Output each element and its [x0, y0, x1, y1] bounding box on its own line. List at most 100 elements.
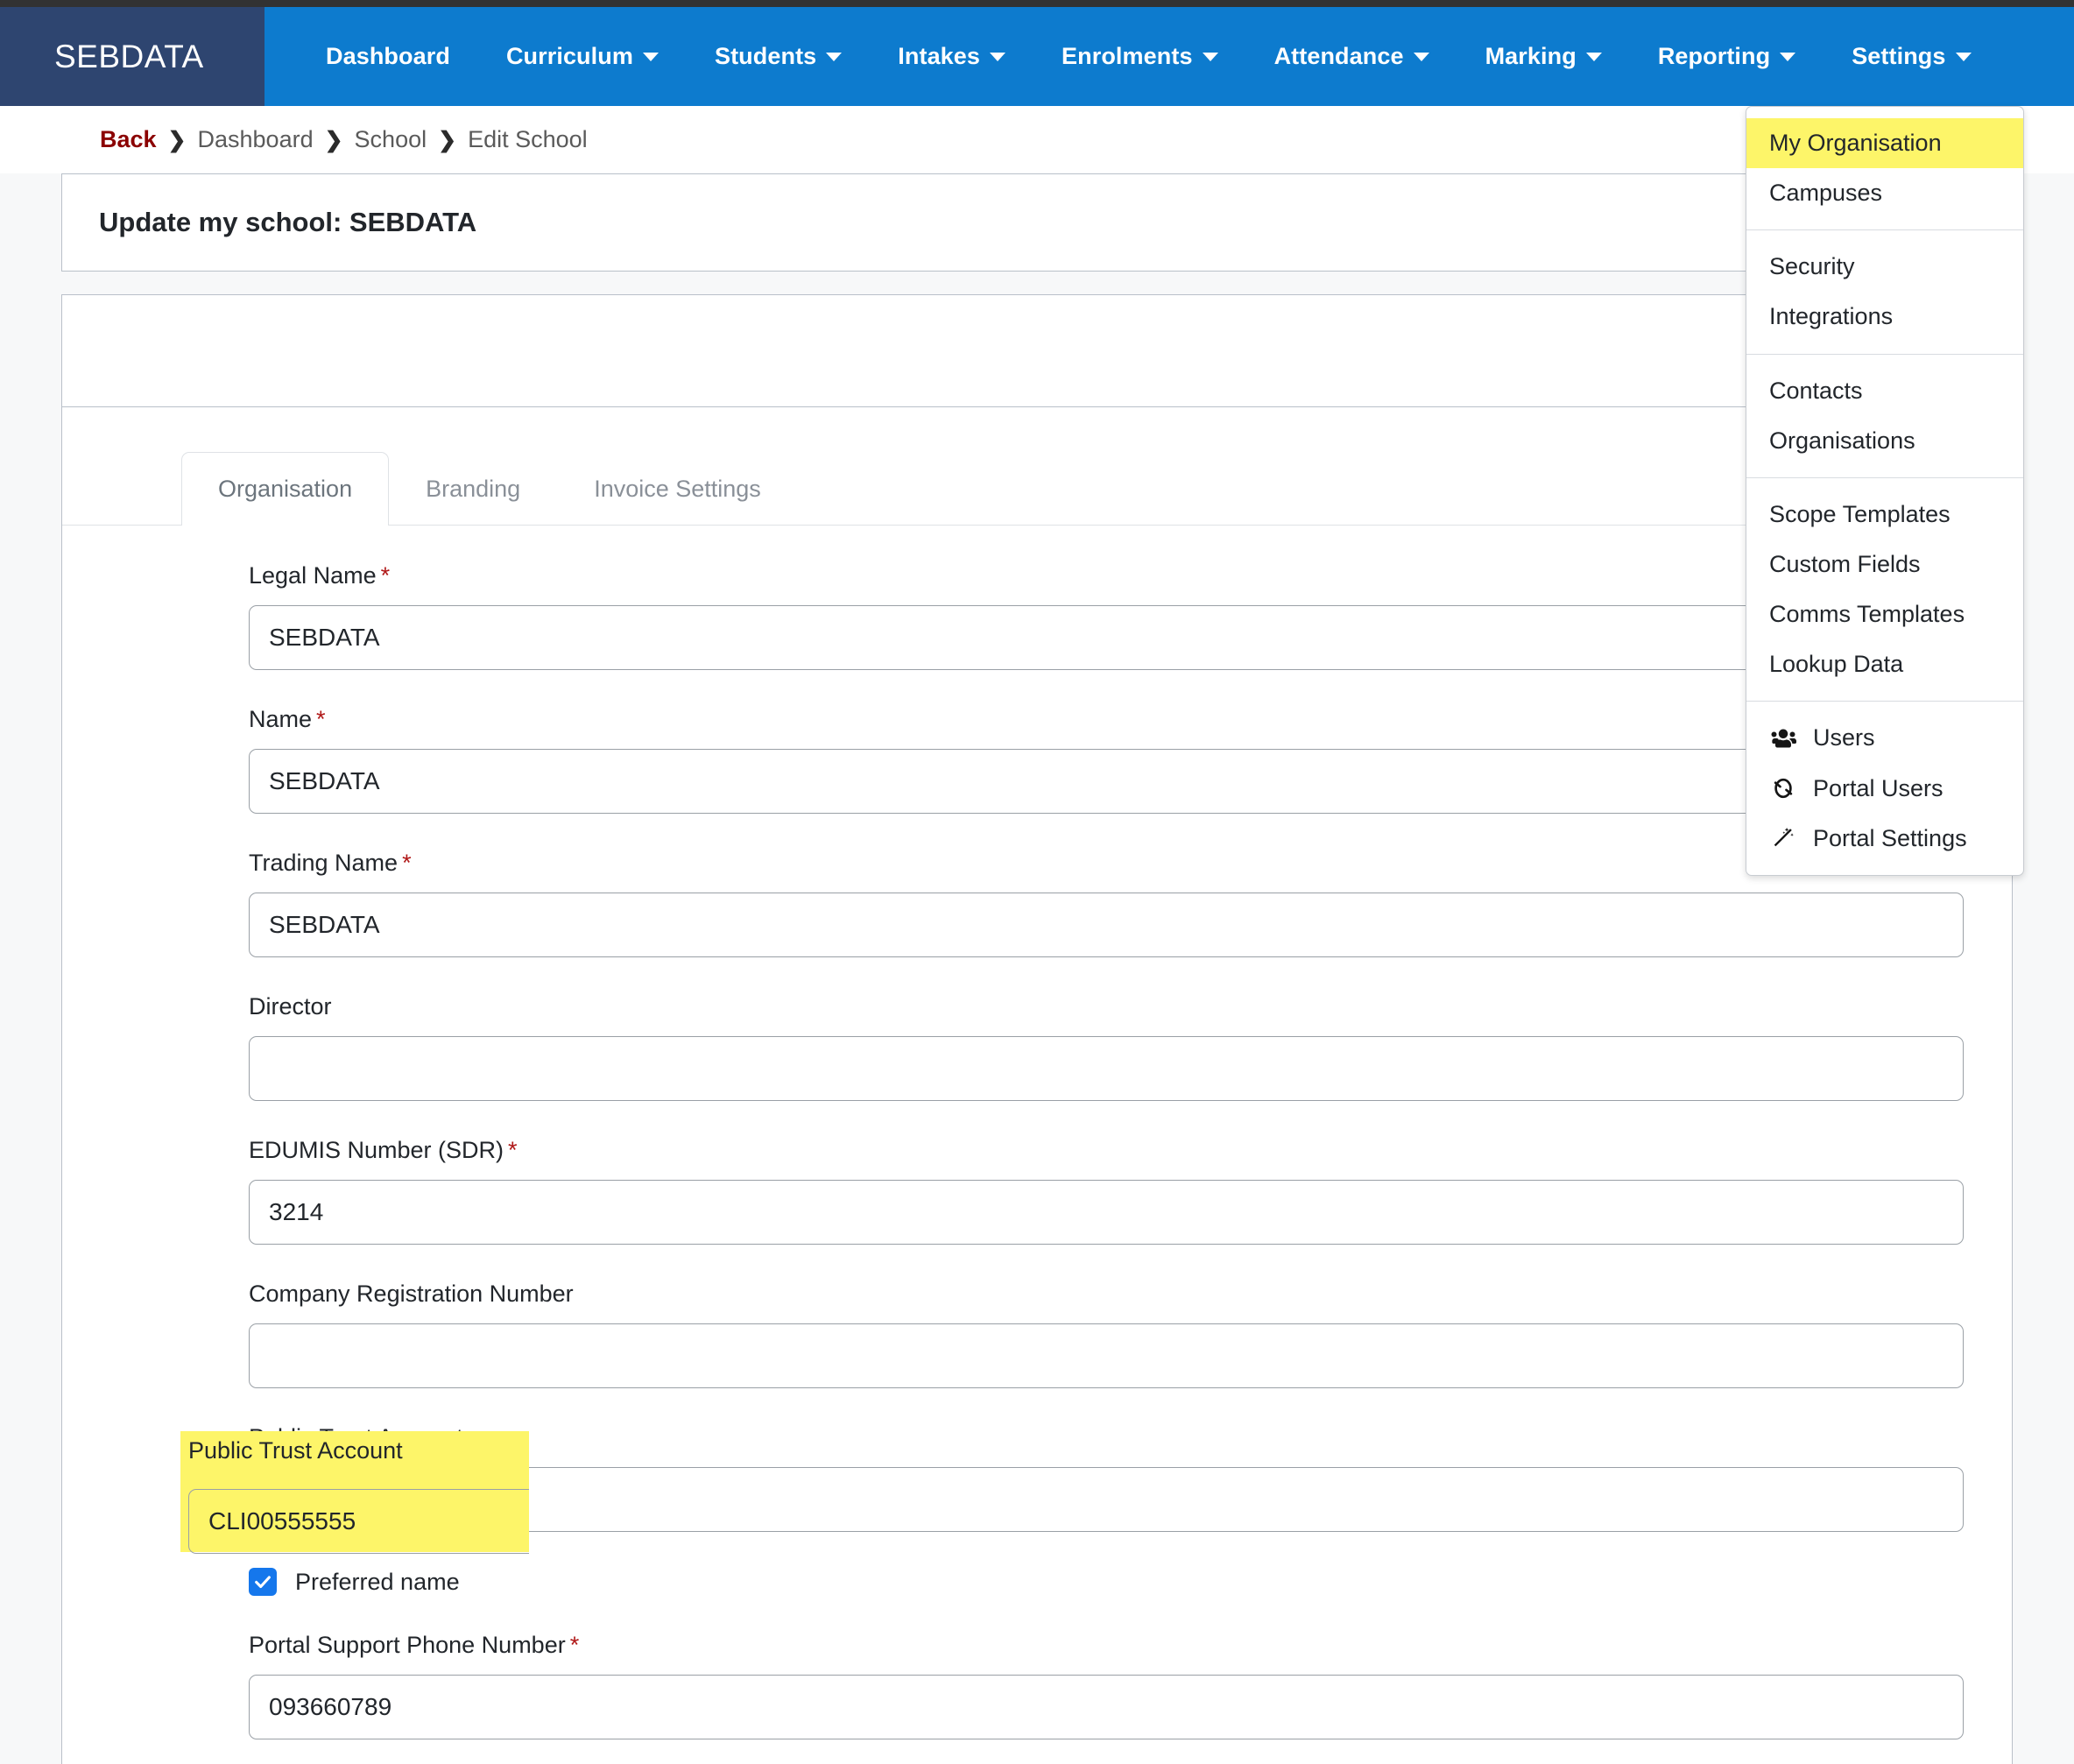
required-asterisk: * — [380, 562, 391, 589]
users-icon — [1769, 727, 1797, 750]
field-spacer — [62, 1245, 2012, 1281]
tab-label: Branding — [426, 476, 521, 502]
field-spacer — [62, 1388, 2012, 1424]
nav-item-attendance[interactable]: Attendance — [1246, 7, 1457, 106]
brand-name: SEBDATA — [54, 38, 204, 74]
nav-item-intakes[interactable]: Intakes — [870, 7, 1033, 106]
input-director[interactable] — [249, 1036, 1964, 1101]
input-name[interactable]: SEBDATA — [249, 749, 1964, 814]
check-icon — [255, 1576, 271, 1589]
field-edumis-number-sdr: EDUMIS Number (SDR) * 3214 — [62, 1137, 2012, 1245]
input-value: SEBDATA — [269, 911, 380, 938]
input-value: SEBDATA — [269, 624, 380, 651]
field-spacer — [62, 814, 2012, 850]
dropdown-item-label: Custom Fields — [1769, 550, 1921, 577]
nav-item-marking[interactable]: Marking — [1457, 7, 1630, 106]
nav-item-dashboard[interactable]: Dashboard — [298, 7, 478, 106]
dropdown-item-scope-templates[interactable]: Scope Templates — [1746, 490, 2023, 540]
checkbox-preferred-name[interactable] — [249, 1568, 277, 1596]
input-value: SEBDATA — [269, 767, 380, 794]
field-label-legal-name: Legal Name * — [249, 562, 390, 589]
organisation-card-header — [62, 295, 2012, 407]
field-legal-name: Legal Name * SEBDATA — [62, 562, 2012, 670]
tab-organisation[interactable]: Organisation — [181, 452, 390, 526]
field-spacer — [62, 1532, 2012, 1568]
field-company-registration-number: Company Registration Number — [62, 1281, 2012, 1388]
breadcrumb-item-edit-school: Edit School — [468, 126, 588, 152]
breadcrumb-separator: ❯ — [438, 127, 457, 152]
chevron-down-icon — [1413, 52, 1429, 61]
input-portal-support-phone-number[interactable]: 093660789 — [249, 1675, 1964, 1739]
chevron-down-icon — [1202, 52, 1218, 61]
tab-branding[interactable]: Branding — [389, 452, 557, 526]
brand-logo[interactable]: SEBDATA — [0, 7, 265, 106]
tab-label: Organisation — [218, 476, 353, 502]
field-portal-support-phone-number: Portal Support Phone Number * 093660789 — [62, 1632, 2012, 1739]
dropdown-item-comms-templates[interactable]: Comms Templates — [1746, 589, 2023, 639]
dropdown-item-label: My Organisation — [1769, 130, 1942, 156]
field-label-text: Name — [249, 706, 313, 732]
input-edumis-number-sdr[interactable]: 3214 — [249, 1180, 1964, 1245]
chevron-down-icon — [1780, 52, 1796, 61]
field-label-text: Director — [249, 993, 332, 1020]
chevron-down-icon — [642, 52, 659, 61]
field-label-portal-support-phone-number: Portal Support Phone Number * — [249, 1632, 579, 1659]
dropdown-item-custom-fields[interactable]: Custom Fields — [1746, 540, 2023, 589]
dropdown-item-integrations[interactable]: Integrations — [1746, 292, 2023, 342]
field-label-text: Company Registration Number — [249, 1281, 574, 1307]
nav-item-students[interactable]: Students — [687, 7, 870, 106]
input-public-trust-account[interactable]: CLI00555555 — [249, 1467, 1964, 1532]
dropdown-item-my-organisation[interactable]: My Organisation — [1746, 118, 2023, 169]
nav-item-curriculum[interactable]: Curriculum — [478, 7, 687, 106]
dropdown-item-label: Lookup Data — [1769, 651, 1904, 678]
required-asterisk: * — [508, 1137, 518, 1163]
dropdown-item-label: Integrations — [1769, 303, 1894, 330]
dropdown-item-security[interactable]: Security — [1746, 242, 2023, 292]
portal-users-icon — [1769, 776, 1797, 801]
dropdown-item-label: Scope Templates — [1769, 500, 1951, 527]
field-director: Director — [62, 993, 2012, 1101]
field-label-director: Director — [249, 993, 332, 1020]
field-label-name: Name * — [249, 706, 326, 733]
dropdown-item-portal-settings[interactable]: Portal Settings — [1746, 814, 2023, 864]
field-spacer — [62, 1739, 2012, 1764]
dropdown-group: Scope Templates Custom Fields Comms Templa… — [1746, 478, 2023, 702]
required-asterisk: * — [402, 850, 412, 876]
dropdown-item-label: Portal Settings — [1813, 824, 1967, 851]
organisation-card: Organisation Branding Invoice Settings Leg… — [61, 294, 2013, 1764]
nav-item-label: Curriculum — [505, 43, 633, 69]
nav-item-label: Enrolments — [1062, 43, 1193, 69]
dropdown-item-campuses[interactable]: Campuses — [1746, 168, 2023, 218]
breadcrumb-item-dashboard[interactable]: Dashboard — [198, 126, 314, 153]
field-label-company-registration-number: Company Registration Number — [249, 1281, 574, 1308]
input-company-registration-number[interactable] — [249, 1323, 1964, 1388]
dropdown-item-portal-users[interactable]: Portal Users — [1746, 764, 2023, 814]
chevron-down-icon — [1585, 52, 1602, 61]
page-title: Update my school: SEBDATA — [99, 207, 477, 237]
nav-item-enrolments[interactable]: Enrolments — [1033, 7, 1246, 106]
dropdown-group: Security Integrations — [1746, 230, 2023, 353]
tab-invoice-settings[interactable]: Invoice Settings — [557, 452, 798, 526]
nav-item-reporting[interactable]: Reporting — [1630, 7, 1824, 106]
field-label-trading-name: Trading Name * — [249, 850, 412, 877]
input-legal-name[interactable]: SEBDATA — [249, 605, 1964, 670]
page-title-card: Update my school: SEBDATA — [61, 173, 2013, 272]
tab-bar: Organisation Branding Invoice Settings — [62, 407, 2012, 526]
dropdown-item-lookup-data[interactable]: Lookup Data — [1746, 639, 2023, 689]
chevron-down-icon — [1955, 52, 1972, 61]
nav-item-label: Dashboard — [326, 43, 450, 69]
dropdown-item-label: Users — [1813, 724, 1875, 751]
input-trading-name[interactable]: SEBDATA — [249, 893, 1964, 957]
required-asterisk: * — [569, 1632, 580, 1658]
breadcrumb-back-link[interactable]: Back — [100, 126, 157, 153]
dropdown-item-users[interactable]: Users — [1746, 713, 2023, 763]
nav-item-label: Reporting — [1657, 43, 1771, 69]
nav-item-label: Attendance — [1273, 43, 1404, 69]
dropdown-item-organisations[interactable]: Organisations — [1746, 416, 2023, 466]
nav-item-settings[interactable]: Settings — [1824, 7, 1999, 106]
field-label-text: Trading Name — [249, 850, 399, 876]
breadcrumb-item-school[interactable]: School — [355, 126, 427, 153]
dropdown-item-contacts[interactable]: Contacts — [1746, 366, 2023, 416]
nav-item-label: Marking — [1485, 43, 1577, 69]
preferred-name-checkbox-row[interactable]: Preferred name — [62, 1568, 2012, 1596]
